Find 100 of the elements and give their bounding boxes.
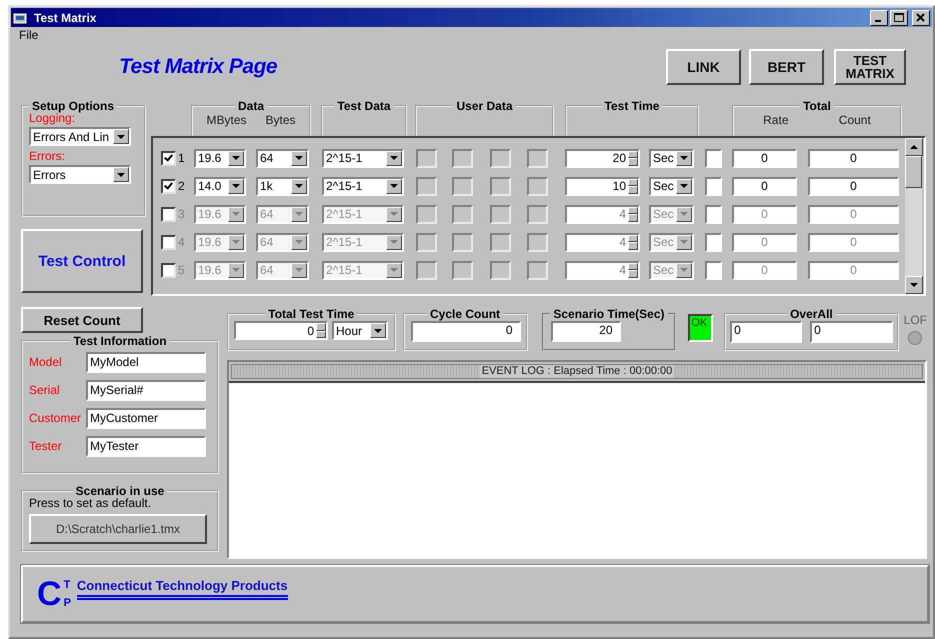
dropdown-button[interactable]: [228, 178, 244, 194]
text-field[interactable]: MySerial#: [86, 380, 206, 400]
nav-button[interactable]: BERT: [749, 49, 824, 85]
user-data-field[interactable]: [416, 260, 437, 280]
column-header: Rate: [763, 113, 788, 127]
count-field[interactable]: 0: [808, 148, 899, 168]
status-field[interactable]: [705, 232, 722, 252]
user-data-field[interactable]: [416, 176, 437, 196]
close-button[interactable]: [912, 10, 930, 26]
spin-buttons[interactable]: [628, 150, 638, 166]
text-field[interactable]: MyTester: [86, 436, 206, 456]
user-data-field[interactable]: [490, 176, 511, 196]
dropdown[interactable]: 2^15-1: [322, 148, 404, 168]
user-data-field[interactable]: [490, 204, 511, 224]
dropdown[interactable]: Sec: [649, 148, 694, 168]
dropdown-button[interactable]: [676, 178, 692, 194]
user-data-field[interactable]: [490, 232, 511, 252]
dropdown-button[interactable]: [676, 234, 692, 250]
checkbox[interactable]: [161, 178, 176, 194]
checkbox[interactable]: [161, 150, 176, 166]
dropdown-button[interactable]: [676, 150, 692, 166]
window-title: Test Matrix: [34, 10, 96, 24]
user-data-field[interactable]: [527, 176, 548, 196]
spin-buttons[interactable]: [628, 206, 638, 222]
minimize-button[interactable]: [870, 10, 888, 26]
spin-buttons[interactable]: [628, 262, 638, 278]
user-data-field[interactable]: [452, 176, 473, 196]
dropdown[interactable]: Errors: [29, 165, 131, 184]
menu-item[interactable]: File: [19, 28, 38, 42]
dropdown[interactable]: Hour: [332, 321, 388, 340]
dropdown-button[interactable]: [386, 206, 402, 222]
dropdown-button[interactable]: [676, 206, 692, 222]
user-data-field[interactable]: [527, 148, 548, 168]
test-control-button[interactable]: Test Control: [21, 229, 143, 293]
text-field[interactable]: MyCustomer: [86, 408, 206, 428]
rate-field[interactable]: 0: [732, 148, 797, 168]
field-label: Tester: [29, 439, 63, 453]
user-data-field[interactable]: [527, 232, 548, 252]
status-field[interactable]: [705, 176, 722, 196]
dropdown-button[interactable]: [291, 150, 307, 166]
dropdown-button[interactable]: [113, 167, 129, 182]
user-data-field[interactable]: [452, 204, 473, 224]
status-field[interactable]: [705, 148, 722, 168]
status-field[interactable]: [705, 204, 722, 224]
column-header: Bytes: [265, 113, 296, 127]
text-field[interactable]: MyModel: [86, 352, 206, 372]
dropdown-button[interactable]: [386, 262, 402, 278]
group-title: Scenario Time(Sec): [552, 307, 666, 321]
user-data-field[interactable]: [416, 148, 437, 168]
dropdown-button[interactable]: [228, 150, 244, 166]
user-data-field[interactable]: [527, 204, 548, 224]
dropdown[interactable]: 1k: [256, 176, 309, 196]
dropdown-button[interactable]: [386, 178, 402, 194]
user-data-field[interactable]: [490, 148, 511, 168]
user-data-field[interactable]: [452, 260, 473, 280]
dropdown-button[interactable]: [291, 206, 307, 222]
maximize-button[interactable]: [890, 10, 908, 26]
nav-button[interactable]: LINK: [666, 49, 741, 85]
spin-field[interactable]: 0: [234, 321, 328, 340]
dropdown-button[interactable]: [676, 262, 692, 278]
dropdown-button[interactable]: [291, 234, 307, 250]
dropdown-button[interactable]: [291, 262, 307, 278]
dropdown[interactable]: Errors And Lin: [29, 127, 131, 146]
status-indicator: OK: [688, 314, 714, 342]
field-label: Serial: [29, 383, 61, 397]
dropdown[interactable]: 19.6: [194, 148, 246, 168]
scenario-time-field[interactable]: 20: [550, 321, 621, 342]
dropdown-button[interactable]: [386, 234, 402, 250]
user-data-field[interactable]: [527, 260, 548, 280]
scenario-file-button[interactable]: D:\Scratch\charlie1.tmx: [29, 514, 207, 544]
spin-buttons[interactable]: [628, 234, 638, 250]
user-data-field[interactable]: [452, 148, 473, 168]
group-title: Setup Options: [31, 99, 115, 113]
nav-button[interactable]: TEST MATRIX: [834, 49, 906, 85]
count-field[interactable]: 0: [808, 176, 899, 196]
spin-field[interactable]: 10: [565, 176, 640, 196]
overall-field[interactable]: 0: [730, 321, 802, 343]
dropdown-button[interactable]: [113, 129, 129, 144]
spin-buttons[interactable]: [628, 178, 638, 194]
scroll-bar[interactable]: [905, 138, 922, 294]
rate-field[interactable]: 0: [732, 176, 797, 196]
spin-field[interactable]: 20: [565, 148, 640, 168]
user-data-field[interactable]: [416, 204, 437, 224]
logo-letter: C: [37, 574, 62, 614]
spin-buttons[interactable]: [316, 323, 326, 338]
user-data-field[interactable]: [416, 232, 437, 252]
dropdown-button[interactable]: [386, 150, 402, 166]
overall-field[interactable]: 0: [810, 321, 893, 343]
status-field[interactable]: [705, 260, 722, 280]
dropdown[interactable]: 2^15-1: [322, 176, 404, 196]
company-link[interactable]: Connecticut Technology Products: [76, 578, 288, 600]
dropdown[interactable]: Sec: [649, 176, 694, 196]
user-data-field[interactable]: [490, 260, 511, 280]
user-data-field[interactable]: [452, 232, 473, 252]
dropdown[interactable]: 64: [256, 148, 309, 168]
reset-count-button[interactable]: Reset Count: [21, 307, 143, 333]
dropdown-button[interactable]: [370, 323, 386, 338]
dropdown-button[interactable]: [291, 178, 307, 194]
cycle-count-field[interactable]: 0: [410, 321, 521, 342]
dropdown[interactable]: 14.0: [194, 176, 246, 196]
